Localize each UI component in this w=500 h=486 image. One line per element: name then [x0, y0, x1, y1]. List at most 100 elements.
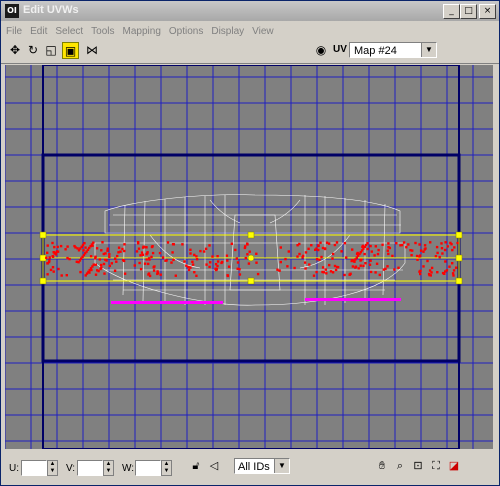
uv-vertex[interactable] [399, 244, 402, 247]
uv-vertex[interactable] [208, 244, 211, 247]
uv-vertex[interactable] [435, 245, 439, 249]
uv-vertex[interactable] [321, 246, 325, 250]
uv-vertex[interactable] [153, 265, 156, 268]
uv-vertex[interactable] [152, 269, 156, 272]
uv-vertex[interactable] [45, 256, 48, 259]
uv-vertex[interactable] [325, 272, 328, 275]
uv-vertex[interactable] [360, 258, 363, 261]
uv-vertex[interactable] [236, 261, 240, 264]
uv-vertex[interactable] [407, 243, 410, 246]
uv-vertex[interactable] [343, 242, 347, 245]
pan-icon[interactable]: ✋︎ [375, 459, 389, 473]
uv-vertex[interactable] [327, 242, 331, 245]
uv-vertex[interactable] [246, 243, 249, 246]
uv-vertex[interactable] [227, 265, 231, 268]
uv-vertex[interactable] [304, 251, 308, 254]
lock-icon[interactable]: 🔓︎ [189, 459, 203, 473]
uv-vertex[interactable] [375, 262, 379, 265]
uv-vertex[interactable] [419, 269, 422, 273]
snap-icon[interactable]: ◪ [447, 459, 461, 473]
uv-vertex[interactable] [351, 265, 355, 268]
uv-vertex[interactable] [139, 254, 142, 257]
uv-vertex[interactable] [139, 267, 143, 271]
uv-vertex[interactable] [402, 241, 406, 244]
uv-vertex[interactable] [445, 269, 449, 272]
uv-vertex[interactable] [121, 247, 124, 251]
uv-vertex[interactable] [52, 270, 55, 273]
uv-vertex[interactable] [321, 266, 325, 269]
uv-vertex[interactable] [171, 251, 174, 254]
uv-vertex[interactable] [53, 245, 56, 249]
chevron-down-icon[interactable]: ▼ [274, 459, 289, 473]
uv-vertex[interactable] [255, 252, 258, 255]
uv-vertex[interactable] [225, 254, 229, 257]
uv-vertex[interactable] [298, 252, 301, 256]
uv-vertex[interactable] [216, 260, 220, 263]
u-spinner[interactable] [21, 460, 47, 476]
uv-vertex[interactable] [279, 260, 282, 264]
uv-vertex[interactable] [211, 255, 214, 258]
uv-vertex[interactable] [60, 274, 63, 277]
uv-vertex[interactable] [195, 258, 199, 261]
uv-vertex[interactable] [325, 241, 329, 244]
uv-vertex[interactable] [456, 241, 459, 245]
uv-vertex[interactable] [357, 267, 360, 270]
uv-vertex[interactable] [378, 273, 381, 277]
uv-vertex[interactable] [150, 255, 153, 259]
uv-vertex[interactable] [331, 271, 335, 274]
uv-vertex[interactable] [441, 271, 445, 275]
uv-vertex[interactable] [141, 253, 145, 256]
uv-vertex[interactable] [113, 269, 117, 272]
uv-vertex[interactable] [373, 254, 376, 257]
uv-vertex[interactable] [123, 272, 127, 275]
uv-vertex[interactable] [278, 269, 281, 272]
uv-vertex[interactable] [238, 273, 242, 276]
uv-vertex[interactable] [195, 255, 198, 258]
mirror-icon[interactable]: ⋈ [84, 42, 100, 58]
uv-vertex[interactable] [48, 256, 51, 259]
uv-vertex[interactable] [56, 245, 59, 249]
uv-vertex[interactable] [387, 242, 390, 245]
uv-vertex[interactable] [244, 256, 247, 260]
uv-vertex[interactable] [335, 265, 339, 269]
uv-vertex[interactable] [434, 255, 438, 258]
uv-vertex[interactable] [195, 274, 198, 277]
uv-vertex[interactable] [374, 245, 377, 248]
uv-vertex[interactable] [395, 242, 398, 245]
uv-vertex[interactable] [65, 274, 68, 277]
uv-vertex[interactable] [102, 252, 105, 256]
uv-vertex[interactable] [351, 248, 354, 251]
uv-vertex[interactable] [453, 246, 456, 249]
uv-vertex[interactable] [345, 256, 348, 259]
uv-vertex[interactable] [82, 249, 85, 252]
uv-vertex[interactable] [174, 274, 177, 277]
uv-vertex[interactable] [115, 260, 118, 263]
uv-vertex[interactable] [391, 254, 394, 258]
uv-vertex[interactable] [287, 250, 290, 253]
uv-vertex[interactable] [369, 259, 372, 262]
show-map-icon[interactable]: ◉ [313, 42, 329, 58]
uv-vertex[interactable] [147, 262, 150, 266]
uv-vertex[interactable] [286, 265, 289, 268]
uv-vertex[interactable] [143, 262, 147, 265]
uv-vertex[interactable] [308, 263, 311, 266]
uv-vertex[interactable] [359, 264, 362, 267]
uv-vertex[interactable] [170, 261, 173, 264]
uv-vertex[interactable] [422, 250, 425, 253]
uv-vertex[interactable] [51, 241, 54, 245]
uv-vertex[interactable] [388, 246, 391, 250]
uv-vertex[interactable] [354, 265, 358, 268]
uv-vertex[interactable] [226, 259, 229, 262]
uv-vertex[interactable] [416, 258, 419, 261]
uv-vertex[interactable] [216, 255, 219, 258]
uv-vertex[interactable] [159, 273, 162, 276]
uv-vertex[interactable] [370, 250, 373, 253]
uv-vertex[interactable] [216, 264, 219, 268]
uv-vertex[interactable] [172, 258, 175, 262]
uv-vertex[interactable] [123, 243, 126, 246]
uv-vertex[interactable] [117, 246, 121, 249]
uv-vertex[interactable] [310, 244, 313, 247]
menu-edit[interactable]: Edit [25, 23, 50, 37]
uv-vertex[interactable] [145, 258, 148, 261]
uv-vertex[interactable] [46, 262, 49, 265]
